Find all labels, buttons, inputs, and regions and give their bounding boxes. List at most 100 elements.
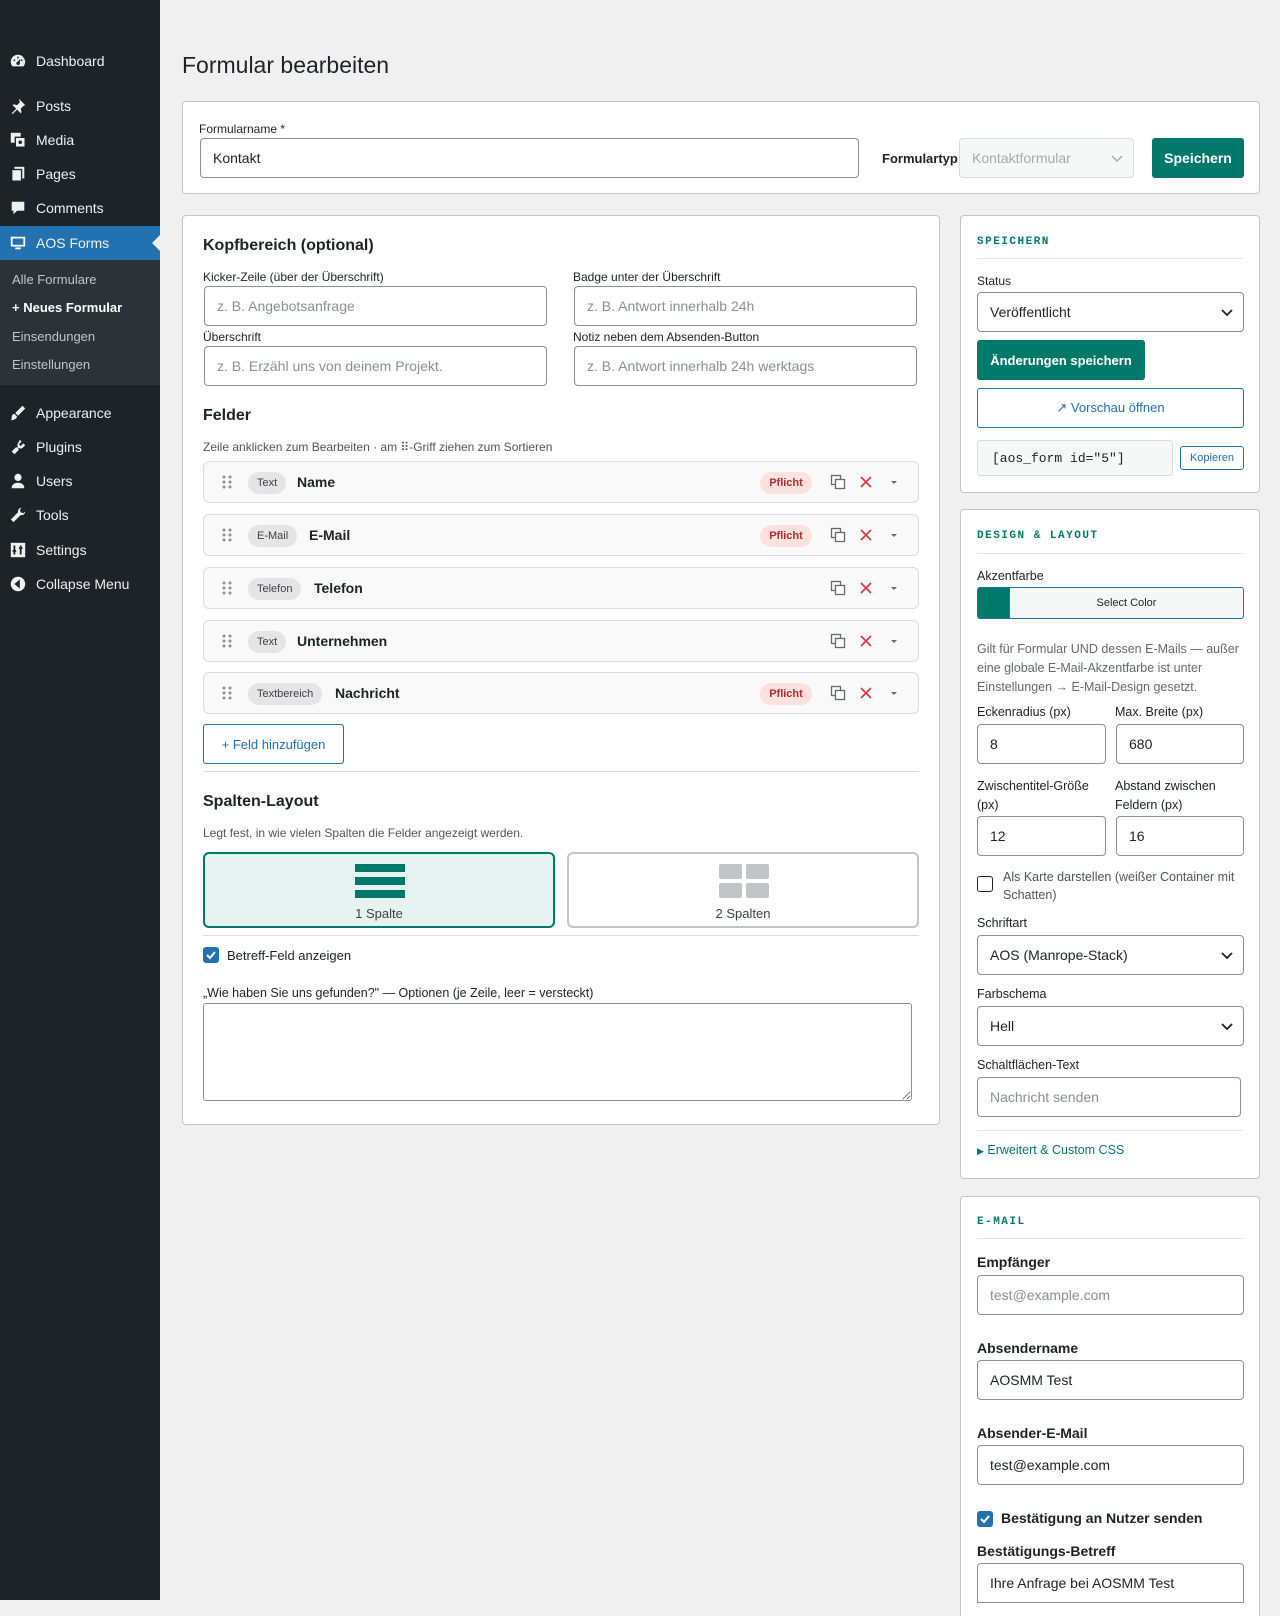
- field-name: Name: [297, 474, 336, 490]
- card-checkbox-label: Als Karte darstellen (weißer Container m…: [1003, 870, 1235, 902]
- sender-name-input[interactable]: AOSMM Test: [977, 1360, 1244, 1400]
- subject-checkbox[interactable]: [203, 947, 219, 963]
- collapse-menu[interactable]: Collapse Menu: [0, 567, 160, 601]
- drag-handle-icon[interactable]: [222, 634, 232, 651]
- add-field-button[interactable]: + Feld hinzufügen: [203, 724, 344, 764]
- drag-handle-icon[interactable]: [222, 581, 232, 598]
- menu-aos-forms[interactable]: AOS Forms: [0, 226, 160, 260]
- recipient-input[interactable]: test@example.com: [977, 1275, 1244, 1315]
- preview-button[interactable]: ↗ Vorschau öffnen: [977, 388, 1244, 428]
- submenu: Alle Formulare + Neues Formular Einsendu…: [0, 260, 160, 385]
- expand-caret-icon[interactable]: [886, 685, 902, 701]
- copy-shortcode-button[interactable]: Kopieren: [1180, 446, 1244, 470]
- confirm-checkbox[interactable]: [977, 1511, 993, 1527]
- save-button[interactable]: Speichern: [1152, 138, 1244, 178]
- color-picker-button[interactable]: Select Color: [977, 587, 1244, 619]
- accent-help: Gilt für Formular UND dessen E-Mails — a…: [977, 642, 1239, 694]
- expand-caret-icon[interactable]: [886, 580, 902, 596]
- subject-checkbox-label: Betreff-Feld anzeigen: [227, 948, 352, 963]
- field-type-badge: Text: [248, 631, 287, 653]
- duplicate-icon[interactable]: [830, 685, 846, 701]
- kicker-label: Kicker-Zeile (über der Überschrift): [203, 270, 384, 284]
- menu-tools[interactable]: Tools: [0, 498, 160, 532]
- save-changes-button[interactable]: Änderungen speichern: [977, 340, 1145, 380]
- divider: [977, 258, 1243, 259]
- divider: [977, 1238, 1243, 1239]
- field-row[interactable]: E-Mail E-Mail Pflicht: [203, 514, 919, 556]
- scheme-select[interactable]: Hell: [977, 1006, 1244, 1046]
- expand-caret-icon[interactable]: [886, 527, 902, 543]
- menu-comments[interactable]: Comments: [0, 191, 160, 225]
- menu-appearance[interactable]: Appearance: [0, 396, 160, 430]
- submenu-all-forms[interactable]: Alle Formulare: [12, 272, 97, 287]
- form-name-input[interactable]: Kontakt: [200, 138, 859, 178]
- status-label: Status: [977, 274, 1012, 288]
- menu-pages[interactable]: Pages: [0, 157, 160, 191]
- field-row[interactable]: Telefon Telefon: [203, 567, 919, 609]
- layout-option-2-columns[interactable]: 2 Spalten: [567, 852, 919, 928]
- note-label: Notiz neben dem Absenden-Button: [573, 330, 760, 344]
- delete-icon[interactable]: [858, 527, 874, 543]
- subtitle-size-label: Zwischentitel-Größe (px): [977, 779, 1089, 812]
- divider: [203, 935, 919, 936]
- font-value: AOS (Manrope-Stack): [990, 947, 1128, 963]
- monitor-icon: [8, 233, 28, 253]
- subtitle-size-input[interactable]: 12: [977, 816, 1106, 856]
- delete-icon[interactable]: [858, 474, 874, 490]
- advanced-toggle[interactable]: ▶ Erweitert & Custom CSS: [977, 1143, 1124, 1157]
- gap-input[interactable]: 16: [1116, 816, 1244, 856]
- confirm-label: Bestätigung an Nutzer senden: [1001, 1510, 1203, 1526]
- divider: [977, 1130, 1243, 1131]
- pin-icon: [8, 96, 28, 116]
- field-name: Telefon: [314, 580, 363, 596]
- menu-users[interactable]: Users: [0, 464, 160, 498]
- submenu-settings[interactable]: Einstellungen: [12, 357, 90, 372]
- kicker-input[interactable]: z. B. Angebotsanfrage: [204, 286, 547, 326]
- duplicate-icon[interactable]: [830, 633, 846, 649]
- drag-handle-icon[interactable]: [222, 475, 232, 492]
- maxwidth-input[interactable]: 680: [1116, 724, 1244, 764]
- heading-label: Überschrift: [203, 330, 262, 344]
- expand-caret-icon[interactable]: [886, 474, 902, 490]
- card-checkbox[interactable]: [977, 876, 993, 892]
- menu-posts[interactable]: Posts: [0, 89, 160, 123]
- found-options-textarea[interactable]: [203, 1003, 912, 1101]
- menu-dashboard[interactable]: Dashboard: [0, 44, 160, 78]
- required-badge: Pflicht: [760, 683, 812, 705]
- drag-handle-icon[interactable]: [222, 528, 232, 545]
- duplicate-icon[interactable]: [830, 580, 846, 596]
- menu-label: Media: [36, 132, 75, 148]
- button-text-input[interactable]: Nachricht senden: [977, 1077, 1241, 1117]
- scheme-label: Farbschema: [977, 987, 1047, 1001]
- field-row[interactable]: Textbereich Nachricht Pflicht: [203, 672, 919, 714]
- pages-icon: [8, 164, 28, 184]
- menu-plugins[interactable]: Plugins: [0, 430, 160, 464]
- delete-icon[interactable]: [858, 685, 874, 701]
- shortcode-field[interactable]: [aos_form id="5"]: [977, 440, 1173, 476]
- expand-caret-icon[interactable]: [886, 633, 902, 649]
- confirm-subject-input[interactable]: Ihre Anfrage bei AOSMM Test: [977, 1563, 1244, 1603]
- note-input[interactable]: z. B. Antwort innerhalb 24h werktags: [574, 346, 917, 386]
- heading-input[interactable]: z. B. Erzähl uns von deinem Projekt.: [204, 346, 547, 386]
- duplicate-icon[interactable]: [830, 527, 846, 543]
- status-select[interactable]: Veröffentlicht: [977, 292, 1244, 332]
- menu-settings[interactable]: Settings: [0, 533, 160, 567]
- layout-option-1-column[interactable]: 1 Spalte: [203, 852, 555, 928]
- delete-icon[interactable]: [858, 633, 874, 649]
- form-type-select[interactable]: Kontaktformular: [959, 138, 1134, 178]
- field-row[interactable]: Text Unternehmen: [203, 620, 919, 662]
- drag-handle-icon[interactable]: [222, 686, 232, 703]
- duplicate-icon[interactable]: [830, 474, 846, 490]
- delete-icon[interactable]: [858, 580, 874, 596]
- comment-icon: [8, 198, 28, 218]
- sender-email-input[interactable]: test@example.com: [977, 1445, 1244, 1485]
- badge-input[interactable]: z. B. Antwort innerhalb 24h: [574, 286, 917, 326]
- field-row[interactable]: Text Name Pflicht: [203, 461, 919, 503]
- font-select[interactable]: AOS (Manrope-Stack): [977, 935, 1244, 975]
- submenu-submissions[interactable]: Einsendungen: [12, 329, 95, 344]
- submenu-new-form[interactable]: + Neues Formular: [12, 300, 122, 315]
- field-name: Nachricht: [335, 685, 400, 701]
- menu-media[interactable]: Media: [0, 123, 160, 157]
- radius-input[interactable]: 8: [977, 724, 1106, 764]
- menu-label: AOS Forms: [36, 235, 110, 251]
